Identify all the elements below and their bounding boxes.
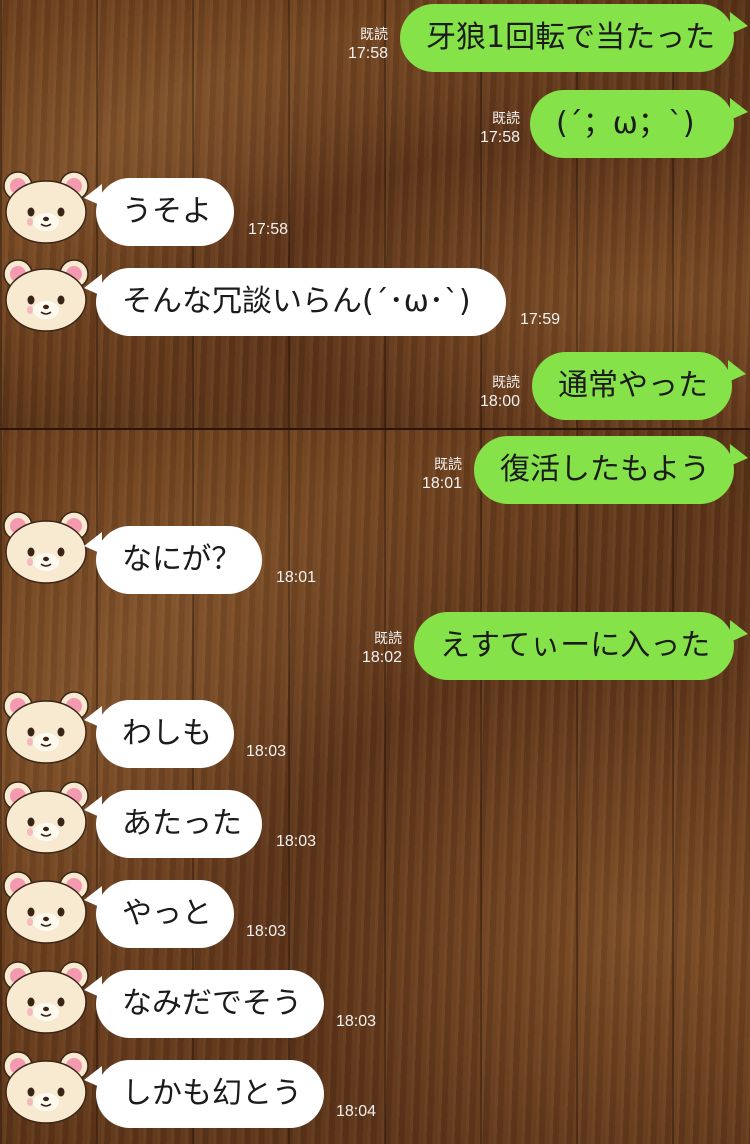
message-bubble-incoming[interactable]: やっと xyxy=(96,880,234,948)
bear-avatar-icon[interactable] xyxy=(0,866,92,946)
message-time: 18:03 xyxy=(246,743,287,760)
bear-avatar-icon[interactable] xyxy=(0,776,92,856)
message-text: (´；ω；`) xyxy=(556,106,695,141)
message-text: しかも幻とう xyxy=(122,1076,302,1111)
message-bubble-incoming[interactable]: なみだでそう xyxy=(96,970,324,1038)
message-time: 17:59 xyxy=(520,311,561,328)
message-meta: 既読 18:00 xyxy=(462,372,520,412)
message-time: 18:00 xyxy=(479,393,520,410)
message-bubble-incoming[interactable]: わしも xyxy=(96,700,234,768)
message-bubble-outgoing[interactable]: 復活したもよう xyxy=(474,436,734,504)
message-time: 17:58 xyxy=(248,221,289,238)
bear-avatar-icon[interactable] xyxy=(0,956,92,1036)
message-time: 18:04 xyxy=(336,1103,377,1120)
message-time: 18:03 xyxy=(276,833,317,850)
bear-avatar-icon[interactable] xyxy=(0,254,92,334)
message-text: なにが？ xyxy=(122,542,242,577)
message-meta: 既読 18:01 xyxy=(404,454,462,494)
read-receipt: 既読 xyxy=(360,26,388,42)
bubble-tail xyxy=(728,360,746,382)
message-time: 18:01 xyxy=(276,569,317,586)
message-text: 復活したもよう xyxy=(500,452,710,487)
message-bubble-incoming[interactable]: なにが？ xyxy=(96,526,262,594)
chat-panel-top: 既読 17:58 牙狼1回転で当たった 既読 17:58 (´；ω；`) うそよ… xyxy=(0,0,750,428)
message-bubble-incoming[interactable]: あたった xyxy=(96,790,262,858)
message-meta: 既読 17:58 xyxy=(462,108,520,148)
message-text: うそよ xyxy=(122,194,212,229)
message-bubble-outgoing[interactable]: 牙狼1回転で当たった xyxy=(400,4,734,72)
bubble-tail xyxy=(730,12,748,34)
message-bubble-incoming[interactable]: うそよ xyxy=(96,178,234,246)
message-meta: 既読 18:02 xyxy=(344,628,402,668)
message-bubble-outgoing[interactable]: 通常やった xyxy=(532,352,732,420)
message-text: なみだでそう xyxy=(122,986,302,1021)
message-time: 18:03 xyxy=(336,1013,377,1030)
message-bubble-outgoing[interactable]: えすてぃーに入った xyxy=(414,612,734,680)
message-time: 17:58 xyxy=(347,45,388,62)
message-time: 17:58 xyxy=(479,129,520,146)
bubble-tail xyxy=(730,444,748,466)
message-text: わしも xyxy=(122,716,212,751)
message-meta: 既読 17:58 xyxy=(330,24,388,64)
message-text: そんな冗談いらん(´･ω･`) xyxy=(122,284,471,319)
message-text: あたった xyxy=(122,806,242,841)
message-time: 18:01 xyxy=(421,475,462,492)
message-bubble-incoming[interactable]: しかも幻とう xyxy=(96,1060,324,1128)
read-receipt: 既読 xyxy=(374,630,402,646)
bear-avatar-icon[interactable] xyxy=(0,1046,92,1126)
message-time: 18:03 xyxy=(246,923,287,940)
read-receipt: 既読 xyxy=(492,110,520,126)
message-time: 18:02 xyxy=(361,649,402,666)
bear-avatar-icon[interactable] xyxy=(0,166,92,246)
message-text: やっと xyxy=(122,896,212,931)
message-bubble-incoming[interactable]: そんな冗談いらん(´･ω･`) xyxy=(96,268,506,336)
bubble-tail xyxy=(730,98,748,120)
message-text: 通常やった xyxy=(558,368,708,403)
message-bubble-outgoing[interactable]: (´；ω；`) xyxy=(530,90,734,158)
chat-panel-bottom: 既読 18:01 復活したもよう なにが？ 18:01 既読 18:02 えすて… xyxy=(0,430,750,1144)
bear-avatar-icon[interactable] xyxy=(0,506,92,586)
bubble-tail xyxy=(730,620,748,642)
read-receipt: 既読 xyxy=(492,374,520,390)
read-receipt: 既読 xyxy=(434,456,462,472)
bear-avatar-icon[interactable] xyxy=(0,686,92,766)
message-text: 牙狼1回転で当たった xyxy=(426,20,716,55)
message-text: えすてぃーに入った xyxy=(440,628,711,663)
